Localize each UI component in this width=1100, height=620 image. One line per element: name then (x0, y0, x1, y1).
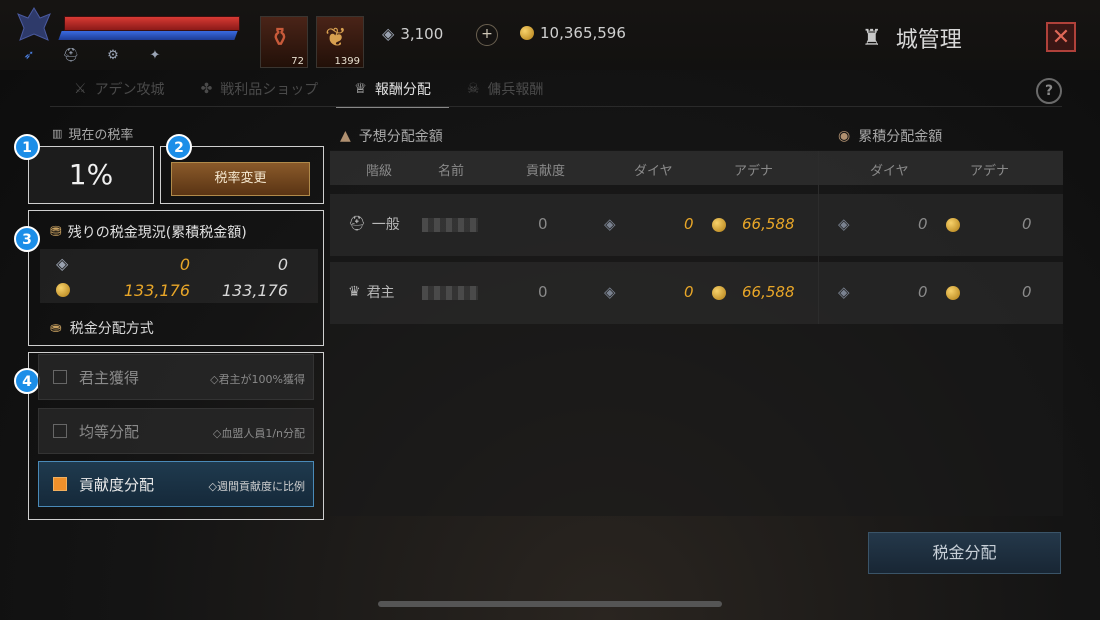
adena-coin-icon (520, 26, 534, 40)
cumulative-distribution-title: ◉ 累積分配金額 (838, 128, 943, 145)
wing-icon: ➶ (23, 48, 35, 63)
tab-bar: ⚔ アデン攻城 ✤ 戦利品ショップ ♕ 報酬分配 ☠ 傭兵報酬 (56, 72, 562, 108)
money-bag-icon: ◉ (838, 128, 851, 144)
step-badge-2: 2 (166, 134, 192, 160)
col-rank: 階級 (366, 164, 393, 179)
coins-icon: ⛃ (50, 224, 62, 240)
adena-coin-icon (712, 286, 726, 300)
help-button[interactable]: ? (1036, 78, 1062, 104)
coin-stack-icon: ⛂ (50, 320, 62, 336)
pyramid-icon: ▲ (340, 128, 351, 144)
change-rate-button[interactable]: 税率変更 (171, 162, 310, 196)
cum-adena-cell: 0 (1022, 283, 1032, 301)
add-diamond-button[interactable]: + (476, 24, 498, 46)
rank-cell: ⛑ 一般 (348, 216, 400, 233)
title-text: 城管理 (895, 28, 962, 53)
status-icons: ➶ ⛑ ⚙ ✦ (20, 48, 164, 64)
contribution-cell: 0 (538, 283, 548, 301)
adena-coin-icon (712, 218, 726, 232)
checkbox[interactable] (53, 370, 67, 384)
col-cum-adena: アデナ (970, 164, 1010, 179)
tab-reward-distribution[interactable]: ♕ 報酬分配 (336, 72, 449, 108)
col-name: 名前 (438, 164, 465, 179)
scroll-slot[interactable]: ❦ 1399 (316, 16, 364, 68)
tab-aden-siege[interactable]: ⚔ アデン攻城 (56, 72, 183, 106)
diamond-currency: ◈ 3,100 (382, 24, 443, 43)
potion-icon: ⚱ (269, 23, 291, 53)
step-badge-3: 3 (14, 226, 40, 252)
step-badge-1: 1 (14, 134, 40, 160)
cum-adena-cell: 0 (1022, 215, 1032, 233)
exp-diamond-cell: 0 (684, 283, 694, 301)
option-equal-distribution[interactable]: 均等分配 ◇血盟人員1/n分配 (38, 408, 314, 454)
hp-bar (64, 16, 240, 31)
checkbox-checked[interactable] (53, 477, 67, 491)
col-exp-adena: アデナ (734, 164, 774, 179)
scroll-count: 1399 (334, 56, 360, 67)
boot-icon: ⚙ (107, 48, 119, 63)
distribute-tax-button[interactable]: 税金分配 (868, 532, 1061, 574)
checkbox[interactable] (53, 424, 67, 438)
current-rate-header: ▥ 現在の税率 (52, 127, 134, 143)
character-avatar[interactable] (14, 6, 54, 44)
mercenary-icon: ☠ (466, 81, 480, 97)
column-divider (818, 151, 819, 324)
adena-coin-icon (56, 283, 70, 297)
diamond-icon: ◈ (382, 24, 395, 43)
diamond-icon: ◈ (604, 283, 616, 301)
expected-distribution-title: ▲ 予想分配金額 (340, 128, 443, 145)
col-cum-diamond: ダイヤ (870, 164, 909, 179)
table-header: 階級 名前 貢献度 ダイヤ アデナ ダイヤ アデナ (330, 151, 1063, 185)
castle-icon: ♜ (862, 25, 882, 51)
diamond-icon: ◈ (838, 215, 850, 233)
diamond-icon: ◈ (838, 283, 850, 301)
distribution-method-label: ⛂ 税金分配方式 (50, 320, 154, 337)
cum-diamond-cell: 0 (918, 283, 928, 301)
tab-loot-shop[interactable]: ✤ 戦利品ショップ (183, 72, 337, 106)
current-rate-value: 1% (68, 158, 114, 191)
table-row: ♛ 君主 0 ◈ 0 66,588 ◈ 0 0 (330, 262, 1063, 324)
remaining-diamond-row: ◈ 0 0 (56, 254, 288, 274)
diamond-icon: ◈ (604, 215, 616, 233)
crown-icon: ♛ (348, 284, 361, 300)
shop-icon: ✤ (200, 81, 213, 97)
exp-diamond-cell: 0 (684, 215, 694, 233)
potion-slot[interactable]: ⚱ 72 (260, 16, 308, 68)
rank-cell: ♛ 君主 (348, 284, 395, 301)
contribution-cell: 0 (538, 215, 548, 233)
mp-bar (58, 31, 238, 40)
col-exp-diamond: ダイヤ (634, 164, 673, 179)
adena-currency: 10,365,596 (520, 24, 626, 42)
table-row: ⛑ 一般 0 ◈ 0 66,588 ◈ 0 0 (330, 194, 1063, 256)
blurred-name (422, 218, 478, 232)
tab-mercenary-reward[interactable]: ☠ 傭兵報酬 (449, 72, 562, 106)
col-contribution: 貢献度 (526, 164, 566, 179)
potion-count: 72 (291, 56, 304, 67)
option-contribution-distribution[interactable]: 貢献度分配 ◇週間貢献度に比例 (38, 461, 314, 507)
exp-adena-cell: 66,588 (742, 283, 795, 301)
adena-coin-icon (946, 218, 960, 232)
blurred-name (422, 286, 478, 300)
remaining-adena-row: 133,176 133,176 (40, 277, 318, 303)
remaining-tax-title: ⛃ 残りの税金現況(累積税金額) (50, 224, 247, 241)
helmet-icon: ⛑ (348, 216, 366, 232)
adena-coin-icon (946, 286, 960, 300)
cum-diamond-cell: 0 (918, 215, 928, 233)
bar-chart-icon: ▥ (52, 127, 63, 140)
option-lord-acquire[interactable]: 君主獲得 ◇君主が100%獲得 (38, 354, 314, 400)
exp-adena-cell: 66,588 (742, 215, 795, 233)
home-indicator[interactable] (378, 601, 722, 607)
tab-divider (50, 106, 1062, 107)
helmet-icon: ⛑ (62, 48, 80, 63)
adena-amount: 10,365,596 (540, 24, 626, 42)
diamond-amount: 3,100 (400, 24, 444, 43)
close-button[interactable]: ✕ (1046, 22, 1076, 52)
diamond-icon: ◈ (56, 254, 69, 273)
pet-icon: ✦ (149, 48, 161, 63)
page-title: ♜ 城管理 (862, 22, 962, 54)
feather-icon: ❦ (325, 23, 347, 53)
step-badge-4: 4 (14, 368, 40, 394)
swords-icon: ⚔ (74, 81, 87, 97)
reward-icon: ♕ (354, 81, 367, 97)
